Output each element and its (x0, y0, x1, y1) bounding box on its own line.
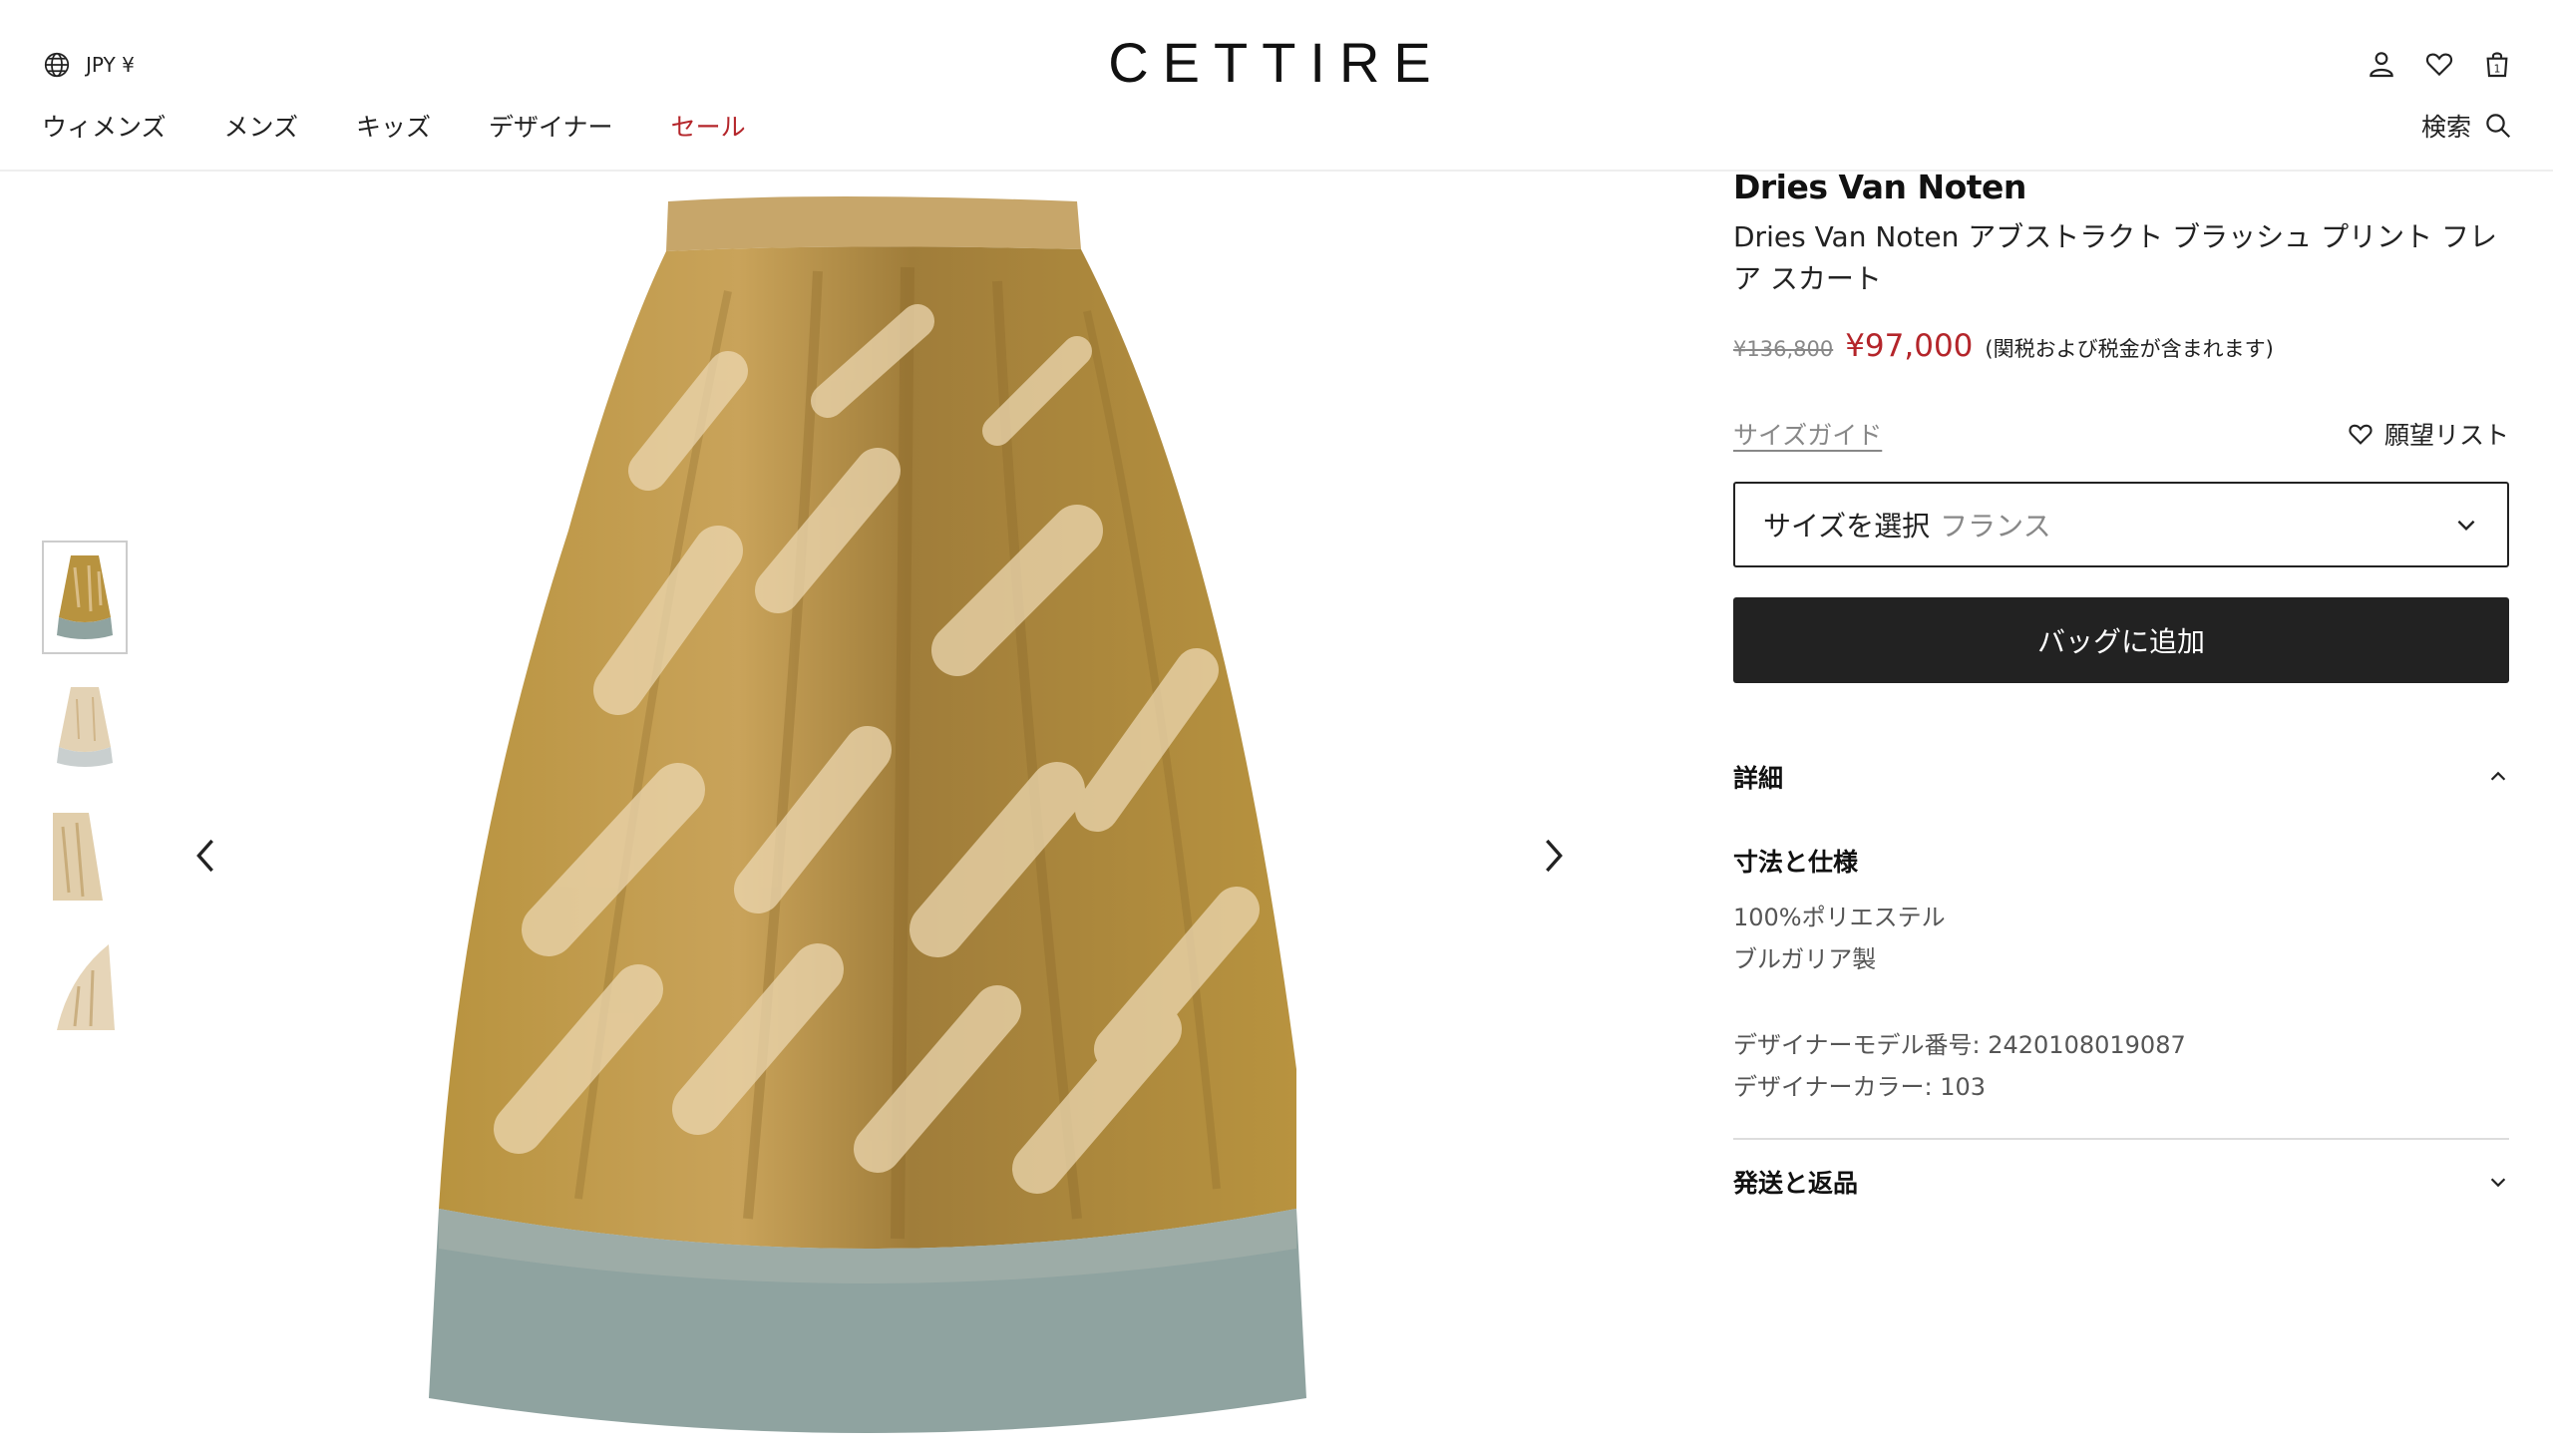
designer-model-number: デザイナーモデル番号: 2420108019087 (1733, 1031, 2186, 1059)
specs-title: 寸法と仕様 (1733, 848, 1859, 877)
add-to-bag-button[interactable]: バッグに追加 (1733, 597, 2509, 683)
size-select-label: サイズを選択 (1763, 510, 1931, 543)
shipping-heading: 発送と返品 (1733, 1169, 1859, 1198)
chevron-right-icon (1546, 839, 1563, 873)
divider (1733, 1138, 2509, 1140)
globe-icon (44, 52, 70, 78)
nav-item-designers[interactable]: デザイナー (489, 108, 613, 144)
bag-icon[interactable]: 1 (2481, 46, 2513, 82)
product-info-panel: Dries Van Noten Dries Van Noten アブストラクト … (1733, 168, 2509, 1200)
wishlist-label: 願望リスト (2383, 421, 2509, 450)
designer-color: デザイナーカラー: 103 (1733, 1073, 1987, 1101)
nav-item-sale[interactable]: セール (671, 108, 746, 144)
currency-label: JPY ¥ (86, 53, 135, 77)
thumbnail-list (42, 541, 130, 1059)
size-select-region: フランス (1940, 510, 2051, 543)
thumbnail-front[interactable] (42, 541, 128, 654)
search-icon (2486, 114, 2511, 139)
details-accordion-header[interactable]: 詳細 (1733, 759, 2509, 795)
chevron-down-icon (2457, 520, 2475, 532)
thumbnail-detail-2[interactable] (42, 929, 128, 1043)
chevron-down-icon (2490, 1178, 2506, 1188)
product-name: Dries Van Noten アブストラクト ブラッシュ プリント フレア ス… (1733, 220, 2497, 295)
header-actions: 1 (2366, 46, 2513, 82)
previous-image-button[interactable] (185, 836, 225, 876)
product-page: JPY ¥ CETTIRE 1 ウィメンズ メンズ キッズ デザイナー セール … (0, 0, 2553, 1456)
product-brand[interactable]: Dries Van Noten (1733, 168, 2509, 206)
chevron-up-icon (2490, 771, 2506, 781)
account-icon[interactable] (2366, 46, 2397, 82)
details-heading: 詳細 (1733, 764, 1784, 793)
thumbnail-detail-1[interactable] (42, 800, 128, 913)
size-guide-link[interactable]: サイズガイド (1733, 416, 1882, 452)
next-image-button[interactable] (1534, 836, 1574, 876)
heart-outline-icon (2349, 424, 2372, 445)
size-select-dropdown[interactable]: サイズを選択 フランス (1733, 482, 2509, 567)
nav-item-kids[interactable]: キッズ (356, 108, 431, 144)
original-price: ¥136,800 (1733, 337, 1834, 361)
material-line: 100%ポリエステル (1733, 904, 1946, 931)
sale-price: ¥97,000 (1845, 328, 1974, 364)
material-info: 100%ポリエステル ブルガリア製 (1733, 897, 2509, 980)
site-header: JPY ¥ CETTIRE 1 ウィメンズ メンズ キッズ デザイナー セール … (0, 0, 2553, 172)
nav-item-mens[interactable]: メンズ (224, 108, 299, 144)
bag-count: 1 (2494, 63, 2501, 76)
tax-note: (関税および税金が含まれます) (1985, 337, 2274, 361)
search-button[interactable]: 検索 (2421, 108, 2513, 144)
product-main-image[interactable] (399, 172, 1376, 1456)
main-nav: ウィメンズ メンズ キッズ デザイナー セール (42, 108, 804, 144)
shipping-accordion-header[interactable]: 発送と返品 (1733, 1164, 2509, 1200)
price-row: ¥136,800 ¥97,000 (関税および税金が含まれます) (1733, 328, 2509, 364)
wishlist-button[interactable]: 願望リスト (2347, 416, 2509, 452)
size-guide-row: サイズガイド 願望リスト (1733, 416, 2509, 452)
nav-item-womens[interactable]: ウィメンズ (42, 108, 167, 144)
search-label: 検索 (2420, 113, 2471, 142)
thumbnail-back[interactable] (42, 670, 128, 784)
origin-line: ブルガリア製 (1733, 945, 1877, 973)
designer-info: デザイナーモデル番号: 2420108019087 デザイナーカラー: 103 (1733, 1024, 2509, 1108)
chevron-left-icon (196, 839, 213, 873)
currency-selector[interactable]: JPY ¥ (42, 50, 135, 80)
heart-icon[interactable] (2423, 46, 2455, 82)
site-logo[interactable]: CETTIRE (1097, 30, 1456, 95)
